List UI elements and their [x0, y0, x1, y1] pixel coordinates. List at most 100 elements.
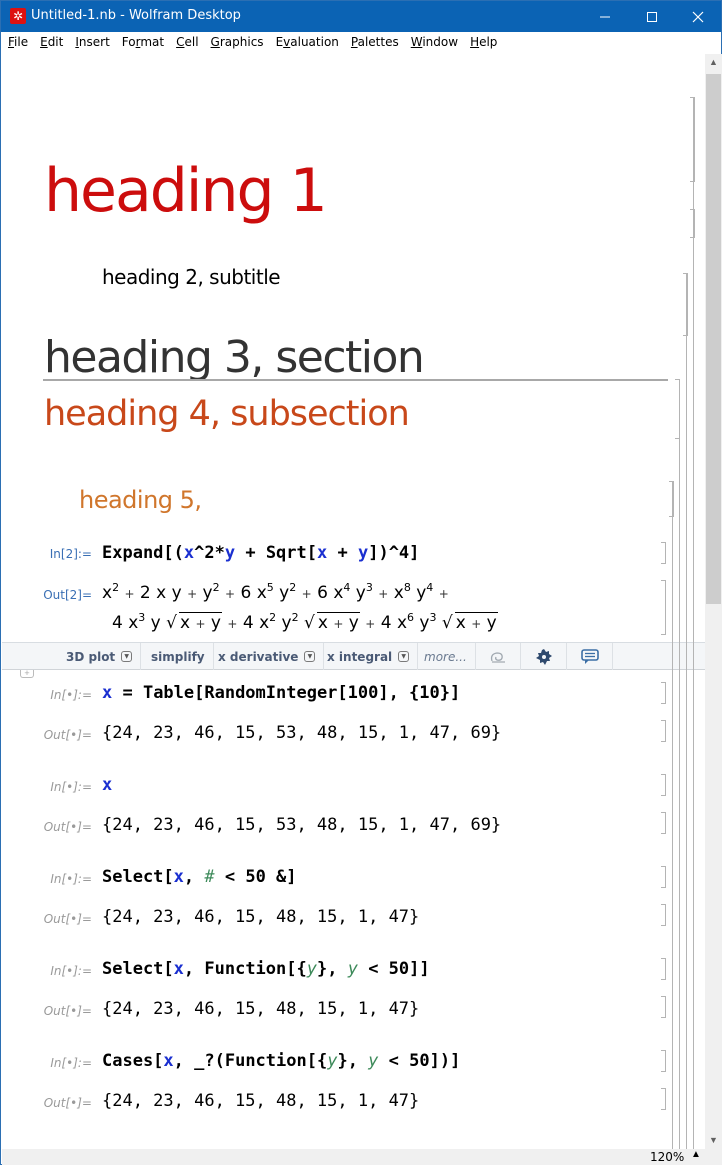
- cell-bracket[interactable]: [661, 904, 666, 926]
- menu-file[interactable]: File: [7, 32, 34, 54]
- feedback-chat-icon: [580, 648, 599, 664]
- code-token: },: [337, 1051, 369, 1071]
- menu-insert[interactable]: Insert: [74, 32, 115, 54]
- code-token: ,: [183, 867, 205, 887]
- menu-palettes[interactable]: Palettes: [350, 32, 405, 54]
- suggestion-3d-plot[interactable]: 3D plot ▼: [58, 643, 142, 670]
- menu-graphics[interactable]: Graphics: [210, 32, 270, 54]
- scrollbar-thumb[interactable]: [706, 74, 721, 604]
- input-cell[interactable]: x = Table[RandomInteger[100], {10}]: [102, 683, 460, 703]
- input-cell[interactable]: Select[x, Function[{y}, y < 50]]: [102, 959, 430, 979]
- maximize-button[interactable]: [629, 1, 675, 32]
- insert-cell-handle[interactable]: +: [20, 669, 34, 678]
- code-token: , _?(Function[{: [173, 1051, 328, 1071]
- input-cell[interactable]: Select[x, # < 50 &]: [102, 867, 297, 887]
- suggestions-bar: 3D plot ▼ simplify x derivative ▼ x integr…: [2, 642, 705, 670]
- output-label: Out[•]=: [43, 728, 92, 742]
- section-cell[interactable]: heading 3, section: [44, 332, 425, 383]
- input-label: In[•]:=: [50, 688, 92, 702]
- code-token: ])^4]: [368, 543, 420, 563]
- dropdown-icon[interactable]: ▼: [121, 651, 133, 662]
- input-label: In[•]:=: [50, 964, 92, 978]
- group-bracket[interactable]: [686, 273, 687, 1149]
- code-token: x: [317, 543, 328, 563]
- wolfram-window: ✲ Untitled-1.nb - Wolfram Desktop File Ed…: [0, 0, 722, 1165]
- suggestion-more[interactable]: more...: [416, 643, 476, 670]
- cell-bracket[interactable]: [661, 542, 666, 564]
- settings-gear-icon: [535, 648, 552, 665]
- code-token: Select[: [102, 867, 174, 887]
- group-bracket[interactable]: [693, 97, 694, 1149]
- undo-button[interactable]: [475, 643, 521, 670]
- menu-format[interactable]: Format: [121, 32, 170, 54]
- cell-bracket[interactable]: [661, 996, 666, 1018]
- input-cell[interactable]: Cases[x, _?(Function[{y}, y < 50])]: [102, 1051, 460, 1071]
- output-label: Out[•]=: [43, 1004, 92, 1018]
- dropdown-icon[interactable]: ▼: [304, 651, 316, 662]
- menu-edit[interactable]: Edit: [39, 32, 69, 54]
- dropdown-icon[interactable]: ▼: [398, 651, 410, 662]
- cell-bracket[interactable]: [661, 866, 666, 888]
- feedback-button[interactable]: [567, 643, 613, 670]
- menu-cell[interactable]: Cell: [175, 32, 204, 54]
- output-cell-line-2[interactable]: 4 x3 y √ x + y + 4 x2 y2 √ x + y + 4 x6 y3…: [112, 611, 498, 633]
- group-bracket[interactable]: [679, 379, 680, 1149]
- cell-bracket[interactable]: [661, 580, 666, 635]
- code-token: x: [163, 1051, 174, 1071]
- output-cell[interactable]: {24, 23, 46, 15, 48, 15, 1, 47}: [102, 907, 419, 927]
- scroll-down-icon[interactable]: ▼: [705, 1132, 722, 1149]
- menu-window[interactable]: Window: [410, 32, 464, 54]
- group-bracket[interactable]: [672, 481, 673, 1149]
- zoom-menu-icon[interactable]: ▲: [691, 1149, 701, 1160]
- settings-button[interactable]: [521, 643, 567, 670]
- input-label: In[•]:=: [50, 1056, 92, 1070]
- menu-evaluation[interactable]: Evaluation: [275, 32, 345, 54]
- cell-bracket[interactable]: [661, 812, 666, 834]
- title-cell[interactable]: heading 1: [44, 156, 328, 226]
- input-cell[interactable]: Expand[(x^2*y + Sqrt[x + y])^4]: [102, 543, 419, 563]
- output-label: Out[•]=: [43, 820, 92, 834]
- subtitle-cell[interactable]: heading 2, subtitle: [102, 265, 281, 289]
- output-cell[interactable]: {24, 23, 46, 15, 48, 15, 1, 47}: [102, 1091, 419, 1111]
- subsubsection-cell[interactable]: heading 5,: [79, 486, 202, 514]
- suggestion-x-derivative[interactable]: x derivative ▼: [210, 643, 325, 670]
- suggestion-label: more...: [424, 649, 467, 664]
- output-cell[interactable]: {24, 23, 46, 15, 53, 48, 15, 1, 47, 69}: [102, 723, 501, 743]
- code-token: #: [204, 867, 215, 887]
- code-token: < 50]]: [357, 959, 430, 979]
- cell-bracket[interactable]: [661, 682, 666, 704]
- vertical-scrollbar[interactable]: ▲ ▼: [705, 54, 722, 1149]
- cell-bracket[interactable]: [661, 1088, 666, 1110]
- subsection-cell[interactable]: heading 4, subsection: [44, 394, 410, 434]
- notebook-area: heading 1 heading 2, subtitle heading 3,…: [2, 54, 705, 1149]
- scroll-up-icon[interactable]: ▲: [705, 54, 722, 71]
- section-divider: [43, 379, 668, 381]
- cell-bracket[interactable]: [661, 720, 666, 742]
- suggestion-x-integral[interactable]: x integral ▼: [319, 643, 419, 670]
- output-label: Out[2]=: [43, 588, 92, 602]
- code-token: x: [183, 543, 195, 563]
- code-token: y: [347, 959, 358, 979]
- output-cell[interactable]: {24, 23, 46, 15, 48, 15, 1, 47}: [102, 999, 419, 1019]
- minimize-button[interactable]: [582, 1, 628, 32]
- input-label: In[2]:=: [49, 547, 92, 561]
- code-token: },: [316, 959, 348, 979]
- cell-bracket[interactable]: [661, 1050, 666, 1072]
- close-button[interactable]: [675, 1, 721, 32]
- menu-help[interactable]: Help: [469, 32, 503, 54]
- input-label: In[•]:=: [50, 780, 92, 794]
- code-token: x: [173, 959, 184, 979]
- output-cell-line-1[interactable]: x2 + 2 x y + y2 + 6 x5 y2 + 6 x4 y3 + x8…: [102, 581, 449, 603]
- code-token: = Table[RandomInteger[100], {10}]: [112, 683, 461, 703]
- cell-bracket[interactable]: [661, 958, 666, 980]
- zoom-level[interactable]: 120%: [650, 1150, 684, 1164]
- code-token: y: [224, 543, 236, 563]
- wolfram-icon: ✲: [10, 8, 26, 24]
- suggestion-simplify[interactable]: simplify: [143, 643, 214, 670]
- maximize-icon: [647, 11, 657, 22]
- suggestion-label: simplify: [151, 649, 205, 664]
- input-cell[interactable]: x: [102, 775, 112, 795]
- output-cell[interactable]: {24, 23, 46, 15, 53, 48, 15, 1, 47, 69}: [102, 815, 501, 835]
- cell-bracket[interactable]: [661, 774, 666, 796]
- code-token: y: [306, 959, 317, 979]
